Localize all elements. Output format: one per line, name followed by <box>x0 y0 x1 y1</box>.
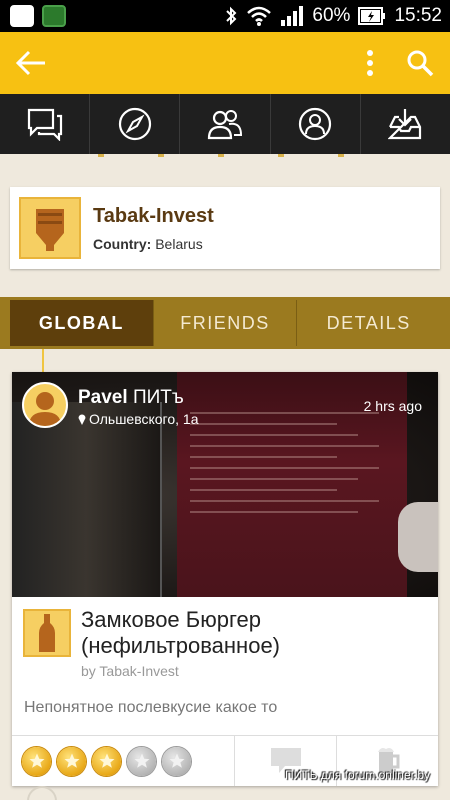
app-icon <box>10 5 34 27</box>
signal-icon <box>280 5 304 27</box>
checkin-location[interactable]: Ольшевского, 1а <box>78 411 199 427</box>
back-button[interactable] <box>0 32 62 94</box>
solitaire-icon <box>42 5 66 27</box>
brewery-country: Country: Belarus <box>93 235 203 252</box>
chat-icon <box>27 108 62 141</box>
beer-logo <box>23 609 71 657</box>
tab-inbox[interactable] <box>361 94 450 154</box>
brewery-logo <box>19 197 81 259</box>
watermark: ПИТЬ для forum.onliner.by <box>284 768 430 782</box>
star-icon <box>92 746 121 776</box>
star-empty-icon <box>162 746 191 776</box>
compass-icon <box>118 107 151 141</box>
location-pin-icon <box>78 414 86 425</box>
overflow-menu-icon <box>367 50 373 76</box>
bottle-icon <box>39 614 55 652</box>
checkin-time: 2 hrs ago <box>363 398 422 414</box>
brewery-name: Tabak-Invest <box>93 204 214 227</box>
user-name[interactable]: Pavel ПИТъ <box>78 387 184 409</box>
checkin-photo[interactable]: Pavel ПИТъ Ольшевского, 1а 2 hrs ago <box>12 372 438 597</box>
main-nav-tabs <box>0 94 450 154</box>
status-bar: 60% 15:52 <box>0 0 450 32</box>
checkin-card[interactable]: Pavel ПИТъ Ольшевского, 1а 2 hrs ago Зам… <box>12 372 438 786</box>
star-icon <box>22 746 51 776</box>
tab-explore[interactable] <box>90 94 181 154</box>
tab-global[interactable]: GLOBAL <box>10 300 154 346</box>
overflow-menu-button[interactable] <box>350 32 390 94</box>
beer-name[interactable]: Замковое Бюргер (нефильтрованное) <box>81 607 438 659</box>
app-bar <box>0 32 450 94</box>
decorative-strip <box>0 154 450 168</box>
brewery-card[interactable]: Tabak-Invest Country: Belarus <box>10 187 440 269</box>
search-icon <box>407 50 434 77</box>
wifi-icon <box>246 5 272 27</box>
bluetooth-icon <box>224 5 238 27</box>
star-empty-icon <box>127 746 156 776</box>
timeline-line <box>42 349 44 373</box>
inbox-download-icon <box>388 109 422 140</box>
back-arrow-icon <box>15 50 45 76</box>
brew-tank-icon <box>36 209 64 251</box>
tab-details[interactable]: DETAILS <box>297 300 440 346</box>
tab-friends[interactable] <box>180 94 271 154</box>
beer-brewery[interactable]: by Tabak-Invest <box>81 663 438 679</box>
battery-percent: 60% <box>312 5 351 26</box>
checkin-comment: Непонятное послевкусие какое то <box>24 699 278 716</box>
star-icon <box>57 746 86 776</box>
rating-stars <box>12 736 234 786</box>
tab-activity[interactable] <box>0 94 91 154</box>
friends-icon <box>207 110 243 140</box>
user-avatar[interactable] <box>22 382 68 428</box>
battery-icon <box>358 7 386 25</box>
search-button[interactable] <box>390 32 450 94</box>
timeline-dot <box>27 786 57 800</box>
tab-profile[interactable] <box>271 94 361 154</box>
clock: 15:52 <box>394 5 442 26</box>
profile-icon <box>299 107 332 141</box>
feed-tabs: GLOBAL FRIENDS DETAILS <box>0 297 450 349</box>
tab-friends-feed[interactable]: FRIENDS <box>154 300 298 346</box>
person-icon <box>29 392 61 426</box>
